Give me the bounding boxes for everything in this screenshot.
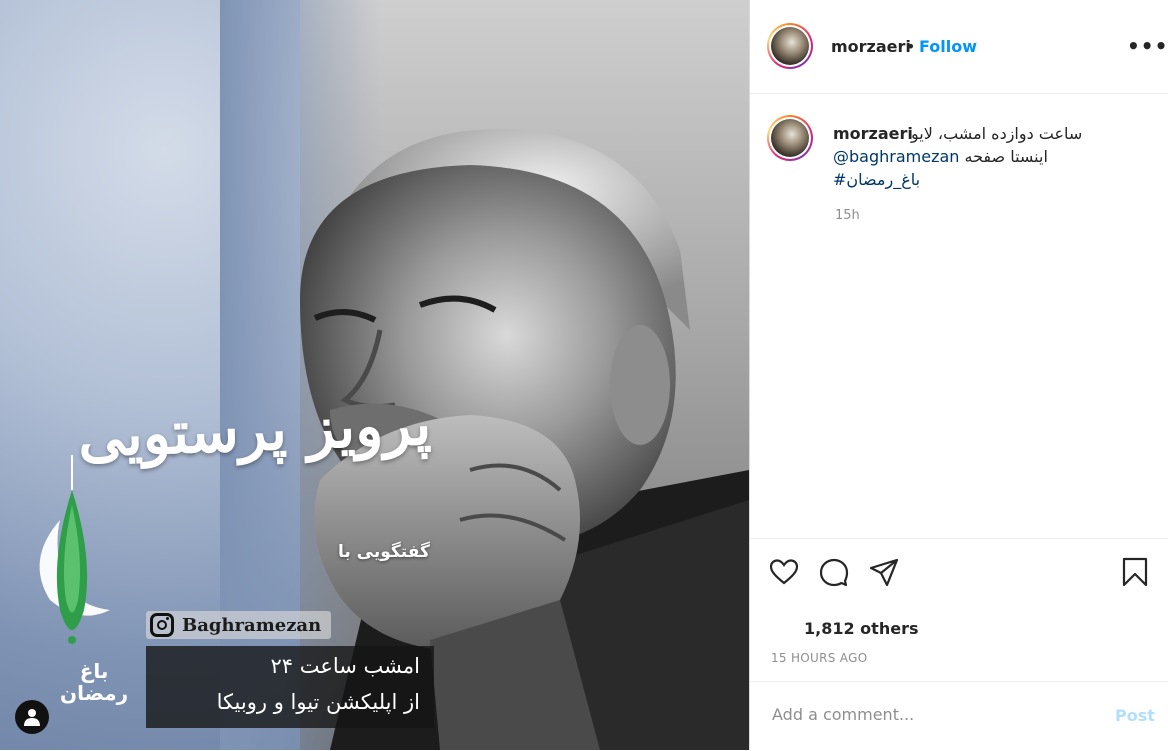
header-username[interactable]: morzaeri [831,37,911,56]
caption-line1: ساعت دوازده امشب، لایو [911,124,1083,143]
heart-icon[interactable] [768,556,800,588]
bagh-ramezan-logo: باغ رمضان [60,660,128,704]
comment-bar: Post [750,681,1168,751]
follow-button[interactable]: Follow [919,37,977,56]
bookmark-icon[interactable] [1119,556,1151,588]
avatar[interactable] [767,23,813,69]
post-side-panel: morzaeri • Follow ••• morzaeri ساعت دواز… [749,0,1168,750]
portrait-photo [39,129,749,750]
avatar-image [771,119,809,157]
caption-avatar[interactable] [767,115,813,161]
logo-line1: باغ [79,659,109,683]
comment-icon[interactable] [818,556,850,588]
post-comment-button[interactable]: Post [1115,706,1155,725]
caption-hashtag[interactable]: باغ_رمضان# [833,170,920,189]
interview-label: گفتگویی با [338,542,430,562]
header-separator: • [906,37,916,56]
caption-line2: @baghramezan اینستا صفحه [833,147,1048,166]
instagram-post-view: پرویز پرستویی گفتگویی با Baghramezan امش… [0,0,1168,750]
guest-name-calligraphy: پرویز پرستویی [76,389,433,471]
more-icon[interactable]: ••• [1127,34,1168,58]
instagram-icon [150,613,174,637]
caption-time[interactable]: 15h [835,208,860,223]
posted-time[interactable]: 15 HOURS AGO [771,651,867,665]
user-tag-icon[interactable] [15,700,49,734]
share-icon[interactable] [868,556,900,588]
action-bar [750,538,1168,609]
logo-line2: رمضان [60,681,129,705]
caption-username[interactable]: morzaeri [833,124,913,143]
avatar-image [771,27,809,65]
schedule-apps: از اپلیکشن تیوا و روبیکا [216,690,420,714]
likes-count[interactable]: 1,812 others [804,619,918,638]
schedule-box: امشب ساعت ۲۴ از اپلیکشن تیوا و روبیکا [146,646,434,728]
caption-line2-text: اینستا صفحه [964,147,1048,166]
caption-mention[interactable]: @baghramezan [833,147,959,166]
comment-input[interactable] [770,704,1094,725]
schedule-time: امشب ساعت ۲۴ [270,654,421,678]
post-header: morzaeri • Follow ••• [750,0,1168,94]
instagram-handle-banner: Baghramezan [146,611,332,639]
instagram-handle-text: Baghramezan [182,614,322,636]
post-image[interactable]: پرویز پرستویی گفتگویی با Baghramezan امش… [0,0,749,750]
